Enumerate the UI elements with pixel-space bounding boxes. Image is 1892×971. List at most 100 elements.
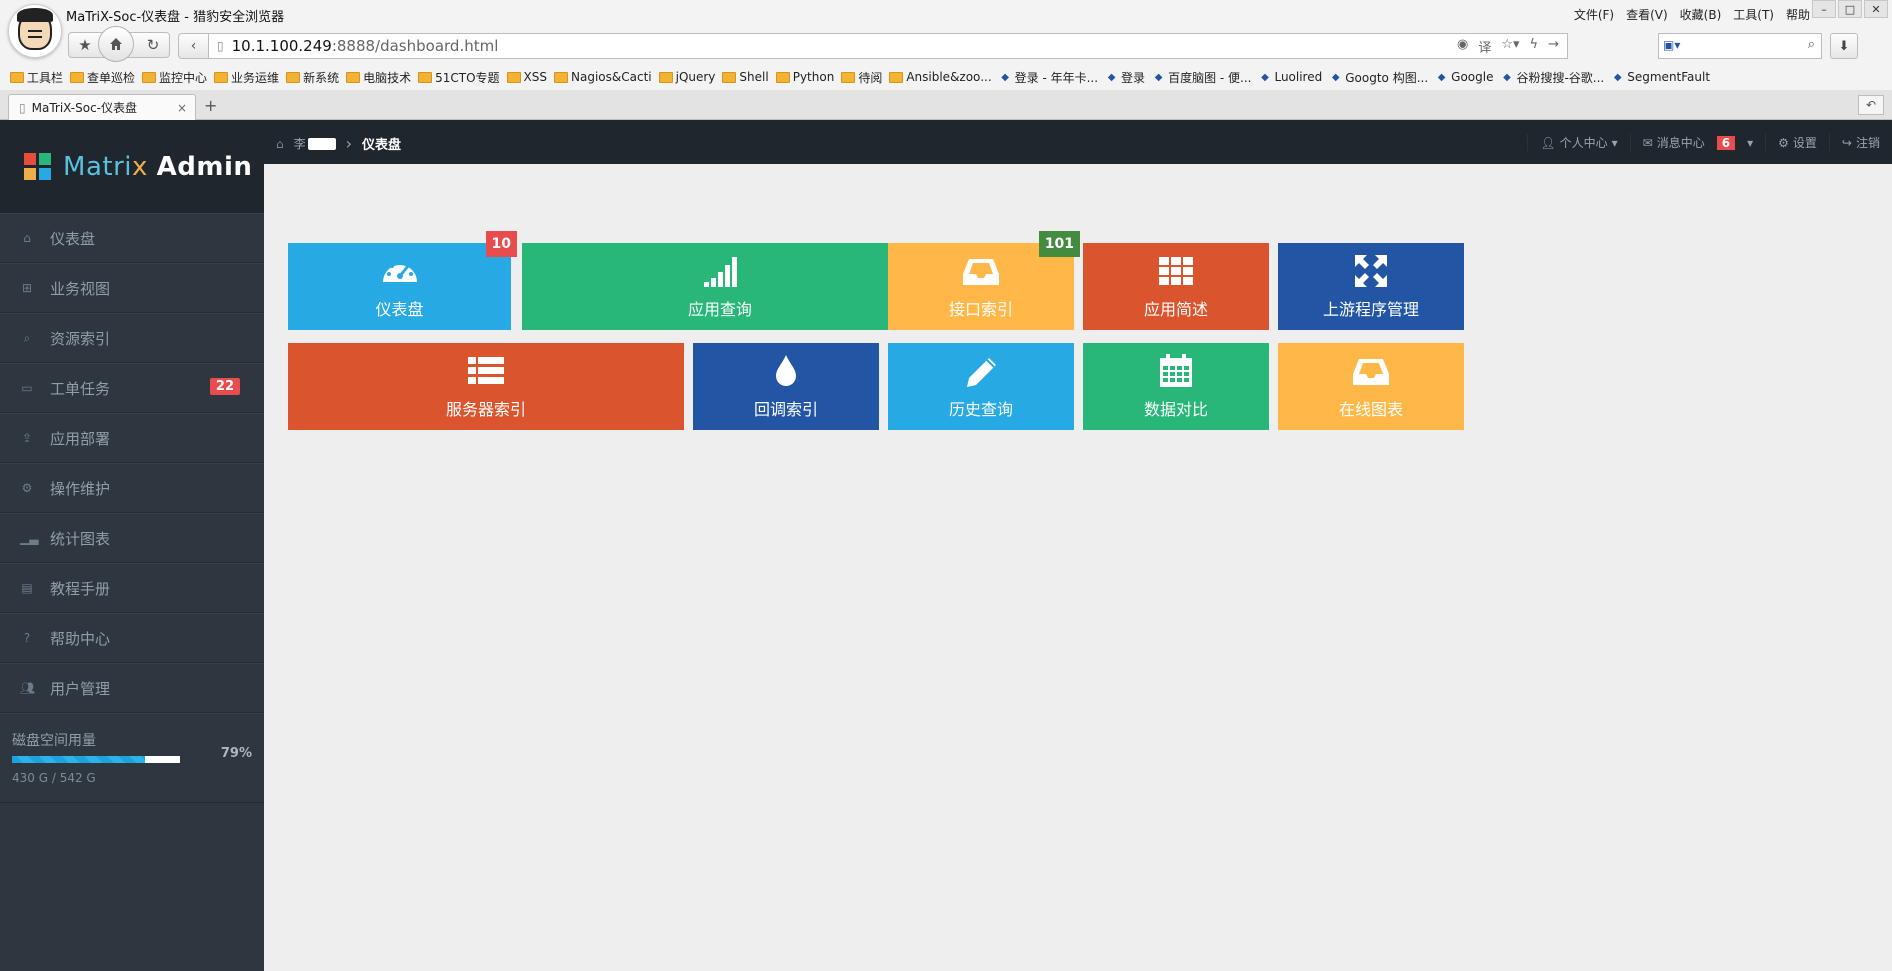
- sidebar-item-label: 业务视图: [50, 279, 111, 298]
- breadcrumb: ⌂ 李 › 仪表盘: [276, 134, 401, 153]
- tint-icon: [766, 354, 806, 396]
- forward-icon[interactable]: →: [1548, 37, 1559, 56]
- inbox-icon: [961, 254, 1001, 296]
- calendar-icon: [1156, 353, 1196, 396]
- bookmark-item[interactable]: ◆ 谷粉搜搜-谷歌...: [1500, 69, 1604, 86]
- sidebar-item[interactable]: ? 帮助中心: [0, 613, 264, 663]
- maximize-icon[interactable]: □: [1838, 0, 1862, 18]
- download-icon[interactable]: ⬇: [1830, 33, 1858, 59]
- breadcrumb-user[interactable]: 李: [294, 135, 336, 152]
- tile-4[interactable]: 应用简述: [1083, 243, 1269, 330]
- bookmark-item[interactable]: Python: [775, 70, 834, 84]
- bookmark-item[interactable]: 电脑技术: [346, 69, 411, 86]
- bookmark-item[interactable]: Ansible&zoo...: [889, 70, 992, 84]
- tile-2[interactable]: 应用查询: [522, 243, 918, 330]
- cogs-icon: ⚙: [21, 481, 33, 495]
- tab-close-icon[interactable]: ×: [177, 101, 187, 115]
- sidebar-item[interactable]: 👥︎ 用户管理: [0, 663, 264, 713]
- bookmark-item[interactable]: jQuery: [658, 70, 715, 84]
- bookmark-item[interactable]: XSS: [506, 70, 547, 84]
- tile-5[interactable]: 上游程序管理: [1278, 243, 1464, 330]
- sidebar-item[interactable]: ▁▃ 统计图表: [0, 513, 264, 563]
- bookmark-item[interactable]: ◆ 百度脑图 - 便...: [1152, 69, 1252, 86]
- menu-view[interactable]: 查看(V): [1626, 6, 1668, 23]
- bookmark-item[interactable]: 工具栏: [10, 69, 63, 86]
- messages-menu[interactable]: ✉ 消息中心 6 ▾: [1629, 134, 1765, 151]
- translate-icon[interactable]: 译: [1478, 37, 1491, 56]
- bookmark-item[interactable]: 监控中心: [142, 69, 207, 86]
- site-icon: ◆: [1503, 71, 1511, 83]
- cog-icon: ⚙: [1778, 135, 1789, 150]
- logout-link[interactable]: ↪ 注销: [1828, 134, 1892, 151]
- book-icon: ▤: [21, 581, 33, 595]
- sidebar-item-label: 用户管理: [50, 679, 111, 698]
- bookmark-item[interactable]: 51CTO专题: [418, 69, 500, 86]
- tile-7[interactable]: 回调索引: [693, 343, 879, 430]
- menu-favorites[interactable]: 收藏(B): [1680, 6, 1722, 23]
- bookmark-item[interactable]: ◆ Googto 构图...: [1329, 69, 1428, 86]
- bookmark-item[interactable]: ◆ Luolired: [1258, 70, 1322, 84]
- bookmark-item[interactable]: 业务运维: [214, 69, 279, 86]
- bookmark-item[interactable]: 待阅: [841, 69, 882, 86]
- favorite-star-icon[interactable]: ☆▾: [1501, 37, 1519, 56]
- home-icon[interactable]: [98, 26, 134, 62]
- refresh-icon[interactable]: ↻: [137, 33, 169, 57]
- bookmarks-bar: 工具栏 查单巡检 监控中心 业务运维 新系统 电脑技术 51CTO专题 XSS Nagios&C…: [0, 64, 1892, 90]
- brand[interactable]: Matrix Admin: [0, 120, 264, 213]
- sidebar-item[interactable]: ⇪ 应用部署: [0, 413, 264, 463]
- search-input[interactable]: ▣▾ ⌕: [1658, 33, 1822, 59]
- address-bar[interactable]: ▯ 10.1.100.249:8888/dashboard.html ◉ 译 ☆…: [208, 33, 1568, 59]
- search-icon[interactable]: ⌕: [1808, 37, 1815, 52]
- sidebar-item[interactable]: ⌕ 资源索引: [0, 313, 264, 363]
- site-icon: ◆: [1613, 71, 1622, 83]
- bookmark-item[interactable]: ◆ SegmentFault: [1611, 70, 1710, 84]
- tile-10[interactable]: 在线图表: [1278, 343, 1464, 430]
- sidebar-item[interactable]: ⚙ 操作维护: [0, 463, 264, 513]
- bookmark-label: Shell: [739, 70, 769, 84]
- tab-dashboard[interactable]: ▯ MaTriX-Soc-仪表盘 ×: [8, 94, 196, 120]
- tile-8[interactable]: 历史查询: [888, 343, 1074, 430]
- sidebar-item[interactable]: ⊞ 业务视图: [0, 263, 264, 313]
- tile-9[interactable]: 数据对比: [1083, 343, 1269, 430]
- search-engine-icon[interactable]: ▣▾: [1663, 38, 1680, 52]
- security-icon[interactable]: ◉: [1457, 37, 1468, 56]
- settings-link[interactable]: ⚙ 设置: [1765, 134, 1829, 151]
- sidebar-item[interactable]: ▭ 工单任务 22: [0, 363, 264, 413]
- site-icon: ◆: [1107, 71, 1116, 83]
- menu-help[interactable]: 帮助: [1786, 6, 1810, 23]
- tile-badge: 101: [1038, 231, 1080, 257]
- bookmark-item[interactable]: 查单巡检: [70, 69, 135, 86]
- bookmark-item[interactable]: ◆ 登录: [1105, 69, 1145, 86]
- sidebar-item[interactable]: ⌂ 仪表盘: [0, 213, 264, 263]
- url-host: 10.1.100.249: [231, 37, 332, 55]
- menu-file[interactable]: 文件(F): [1574, 6, 1614, 23]
- bookmark-item[interactable]: Nagios&Cacti: [554, 70, 652, 84]
- sidebar-item[interactable]: ▤ 教程手册: [0, 563, 264, 613]
- lightning-icon[interactable]: ϟ: [1530, 37, 1539, 56]
- upload-icon: ⇪: [21, 431, 33, 445]
- browser-menu-bar: 文件(F) 查看(V) 收藏(B) 工具(T) 帮助: [1574, 6, 1810, 23]
- new-tab-icon[interactable]: +: [204, 96, 217, 115]
- tile-6[interactable]: 服务器索引: [288, 343, 684, 430]
- folder-icon: [506, 71, 521, 83]
- address-bar-icons: ◉ 译 ☆▾ ϟ →: [1457, 37, 1559, 56]
- browser-logo-icon[interactable]: [8, 4, 62, 58]
- bookmark-item[interactable]: ◆ 登录 - 年年卡...: [999, 69, 1098, 86]
- question-icon: ?: [23, 631, 31, 645]
- undo-close-icon[interactable]: ↶: [1858, 95, 1884, 115]
- close-icon[interactable]: ✕: [1864, 0, 1888, 18]
- bookmark-item[interactable]: Shell: [722, 70, 769, 84]
- menu-tools[interactable]: 工具(T): [1733, 6, 1774, 23]
- bookmark-item[interactable]: ◆ Google: [1435, 70, 1494, 84]
- page-icon: ▯: [19, 100, 26, 115]
- star-icon[interactable]: ★: [69, 33, 101, 57]
- disk-usage-size: 430 G / 542 G: [12, 771, 96, 785]
- profile-menu[interactable]: 👤︎ 个人中心 ▾: [1527, 134, 1629, 151]
- home-icon[interactable]: ⌂: [276, 137, 284, 151]
- tile-1[interactable]: 仪表盘 10: [288, 231, 517, 330]
- breadcrumb-current: 仪表盘: [362, 138, 402, 153]
- minimize-icon[interactable]: –: [1812, 0, 1836, 18]
- back-icon[interactable]: ‹: [178, 33, 208, 59]
- tile-3[interactable]: 接口索引 101: [888, 231, 1080, 330]
- bookmark-item[interactable]: 新系统: [286, 69, 339, 86]
